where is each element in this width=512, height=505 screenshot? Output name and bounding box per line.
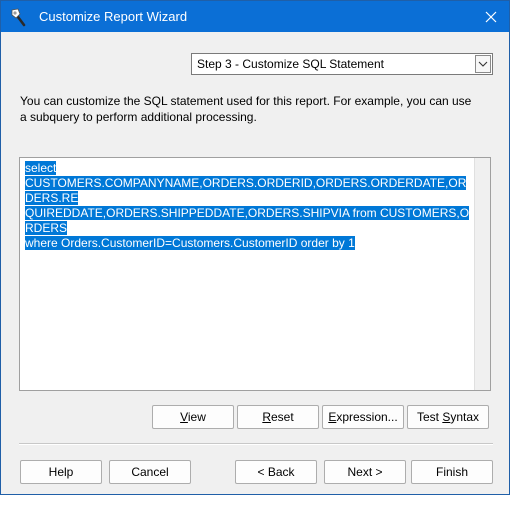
dialog-client-area: Step 3 - Customize SQL Statement You can… — [1, 32, 509, 494]
step-dropdown-value: Step 3 - Customize SQL Statement — [197, 57, 384, 71]
cancel-button[interactable]: Cancel — [109, 460, 191, 484]
reset-label: eset — [270, 410, 294, 424]
expression-label: xpression... — [336, 410, 398, 424]
sql-line: where Orders.CustomerID=Customers.Custom… — [25, 236, 355, 250]
customize-report-wizard-window: Customize Report Wizard Step 3 - Customi… — [0, 0, 510, 495]
sql-line: select — [25, 161, 57, 175]
sql-editor[interactable]: select CUSTOMERS.COMPANYNAME,ORDERS.ORDE… — [19, 157, 491, 391]
view-label: iew — [187, 410, 206, 424]
separator-line — [19, 443, 493, 445]
view-button[interactable]: View — [152, 405, 234, 429]
sql-text[interactable]: select CUSTOMERS.COMPANYNAME,ORDERS.ORDE… — [25, 161, 473, 251]
next-button[interactable]: Next > — [324, 460, 406, 484]
wizard-wand-icon — [11, 8, 26, 27]
help-button[interactable]: Help — [20, 460, 102, 484]
chevron-down-icon — [478, 61, 488, 67]
finish-button[interactable]: Finish — [411, 460, 493, 484]
back-button[interactable]: < Back — [235, 460, 317, 484]
vertical-scrollbar[interactable] — [474, 158, 490, 390]
dropdown-arrow-button[interactable] — [475, 55, 491, 73]
sql-line: QUIREDDATE,ORDERS.SHIPPEDDATE,ORDERS.SHI… — [25, 206, 470, 235]
description-text: You can customize the SQL statement used… — [20, 94, 472, 124]
close-icon — [485, 11, 497, 22]
close-button[interactable] — [473, 1, 509, 32]
test-syntax-label: yntax — [450, 410, 480, 424]
window-title: Customize Report Wizard — [39, 9, 188, 24]
test-syntax-label-pre: Test — [416, 410, 443, 424]
sql-line: CUSTOMERS.COMPANYNAME,ORDERS.ORDERID,ORD… — [25, 176, 467, 205]
expression-button[interactable]: Expression... — [322, 405, 404, 429]
step-dropdown[interactable]: Step 3 - Customize SQL Statement — [191, 53, 493, 75]
view-mnemonic: V — [180, 410, 188, 424]
reset-button[interactable]: Reset — [237, 405, 319, 429]
title-bar[interactable]: Customize Report Wizard — [1, 1, 509, 32]
reset-mnemonic: R — [262, 410, 271, 424]
test-syntax-button[interactable]: Test Syntax — [407, 405, 489, 429]
